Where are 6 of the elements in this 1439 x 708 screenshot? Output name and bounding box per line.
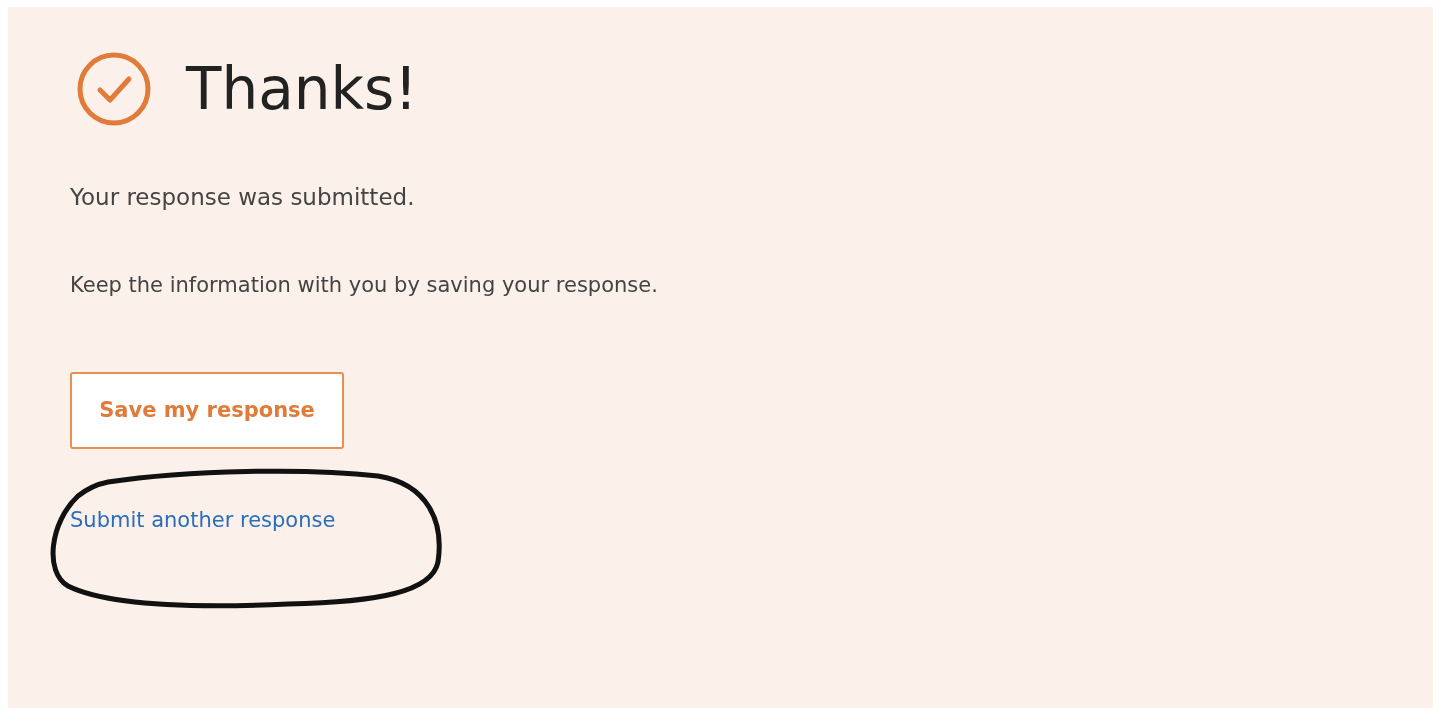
save-response-button[interactable]: Save my response <box>70 372 344 449</box>
submit-another-link[interactable]: Submit another response <box>70 507 336 534</box>
checkmark-circle-icon <box>76 51 152 127</box>
confirmation-text: Your response was submitted. <box>70 183 415 212</box>
heading: Thanks! <box>186 60 418 118</box>
save-hint-text: Keep the information with you by saving your response. <box>70 271 658 298</box>
